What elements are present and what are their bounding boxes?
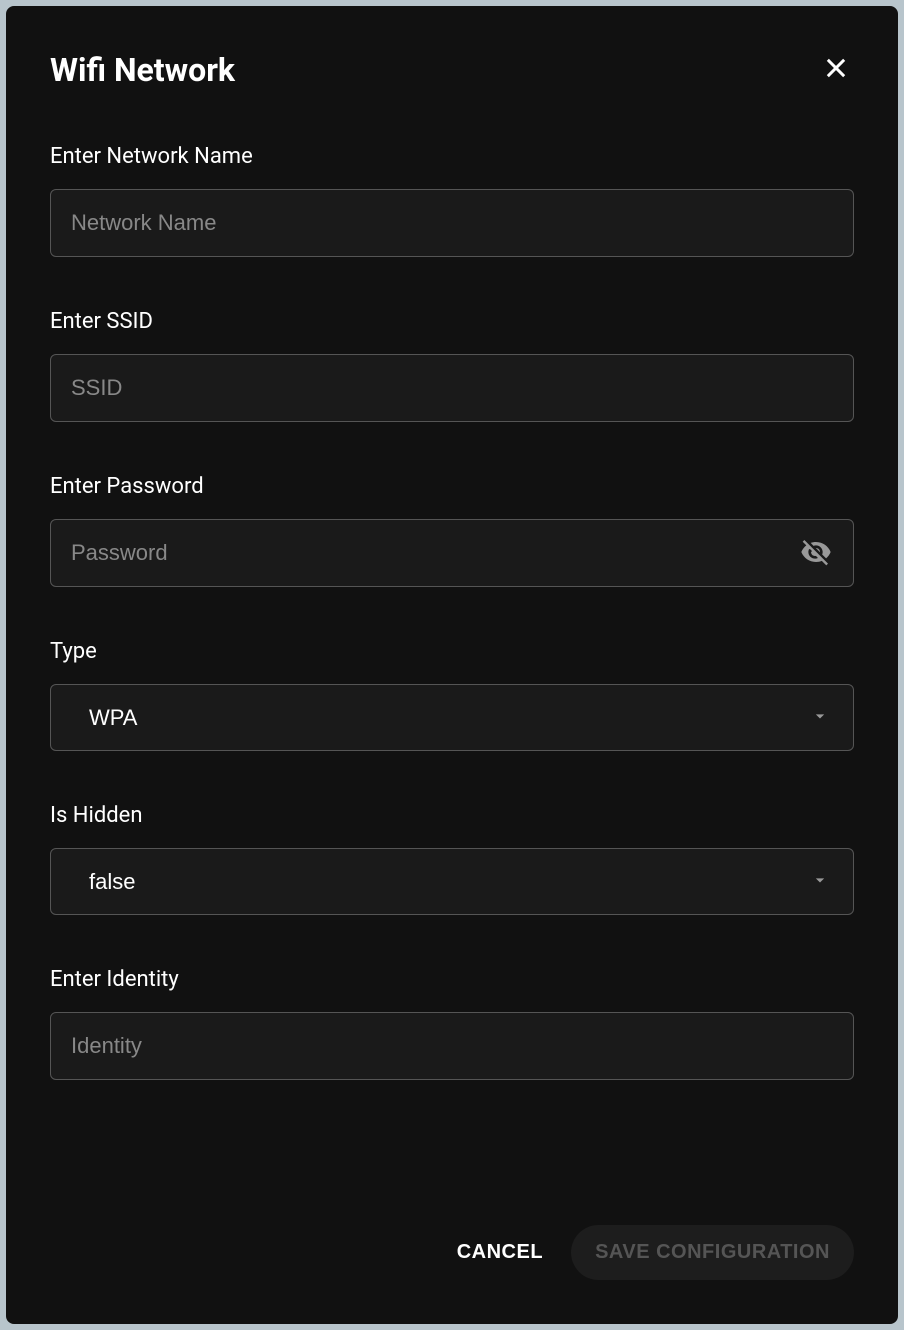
type-group: Type WPA <box>50 639 854 751</box>
network-name-input[interactable] <box>50 189 854 257</box>
hidden-select-wrapper: false <box>50 848 854 915</box>
close-button[interactable] <box>818 50 854 89</box>
network-name-group: Enter Network Name <box>50 144 854 257</box>
type-select[interactable]: WPA <box>50 684 854 751</box>
identity-group: Enter Identity <box>50 967 854 1080</box>
network-name-label: Enter Network Name <box>50 144 854 169</box>
ssid-label: Enter SSID <box>50 309 854 334</box>
dialog-footer: CANCEL SAVE CONFIGURATION <box>50 1225 854 1280</box>
dialog-header: Wifi Network <box>50 50 854 89</box>
identity-input[interactable] <box>50 1012 854 1080</box>
save-configuration-button[interactable]: SAVE CONFIGURATION <box>571 1225 854 1280</box>
cancel-button[interactable]: CANCEL <box>453 1229 547 1276</box>
close-icon <box>822 54 850 85</box>
password-input-wrapper <box>50 519 854 587</box>
password-group: Enter Password <box>50 474 854 587</box>
visibility-off-icon <box>800 536 832 571</box>
type-label: Type <box>50 639 854 664</box>
password-input[interactable] <box>50 519 854 587</box>
ssid-input[interactable] <box>50 354 854 422</box>
dialog-title: Wifi Network <box>50 51 235 89</box>
identity-label: Enter Identity <box>50 967 854 992</box>
password-visibility-toggle[interactable] <box>796 532 836 575</box>
hidden-group: Is Hidden false <box>50 803 854 915</box>
type-select-wrapper: WPA <box>50 684 854 751</box>
hidden-select[interactable]: false <box>50 848 854 915</box>
hidden-label: Is Hidden <box>50 803 854 828</box>
password-label: Enter Password <box>50 474 854 499</box>
wifi-network-dialog: Wifi Network Enter Network Name Enter SS… <box>6 6 898 1324</box>
ssid-group: Enter SSID <box>50 309 854 422</box>
